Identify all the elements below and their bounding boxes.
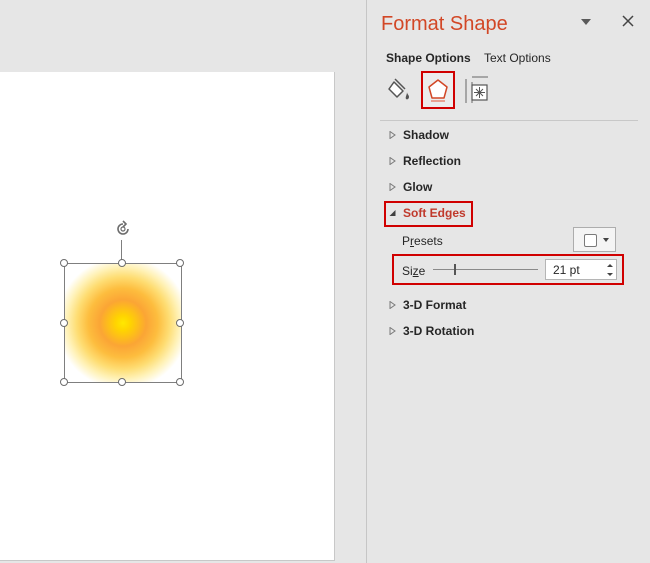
resize-handle-top-right[interactable] [176,259,184,267]
tab-shape-options[interactable]: Shape Options [386,51,471,65]
section-label: Soft Edges [403,206,466,220]
expand-arrow-icon [389,327,396,335]
expand-arrow-icon [389,157,396,165]
selected-shape[interactable] [64,263,182,383]
presets-dropdown[interactable] [573,227,616,252]
pentagon-effects-icon [428,79,448,102]
paint-bucket-icon[interactable] [385,73,415,107]
expand-arrow-icon [389,183,396,191]
preset-swatch-icon [584,234,597,247]
pane-divider [380,120,638,121]
section-label: Shadow [403,128,450,142]
presets-label: Presets [402,234,443,248]
tab-text-options[interactable]: Text Options [484,51,551,65]
pane-title: Format Shape [381,13,508,35]
resize-handle-bottom[interactable] [118,378,126,386]
resize-handle-bottom-left[interactable] [60,378,68,386]
expand-arrow-icon [389,131,396,139]
section-label: 3-D Rotation [403,324,475,338]
close-icon[interactable] [621,14,635,28]
size-input[interactable]: 21 pt [545,259,617,280]
expand-arrow-icon [389,301,396,309]
resize-handle-bottom-right[interactable] [176,378,184,386]
effects-tab-button[interactable] [421,71,455,109]
spin-up-icon[interactable] [605,261,615,270]
resize-handle-left[interactable] [60,319,68,327]
resize-handle-top-left[interactable] [60,259,68,267]
spin-down-icon[interactable] [605,270,615,279]
size-properties-icon[interactable] [462,73,492,107]
size-slider-thumb[interactable] [454,264,456,275]
size-label: Size [402,264,426,278]
soft-edge-shape-fill [65,264,181,382]
rotate-handle-icon[interactable] [113,219,133,239]
collapse-arrow-icon [389,210,396,216]
chevron-down-icon [603,238,609,242]
section-label: 3-D Format [403,298,467,312]
section-label: Reflection [403,154,462,168]
size-value: 21 pt [553,263,580,277]
size-slider-track[interactable] [433,269,538,270]
pane-options-dropdown-icon[interactable] [580,17,592,27]
section-label: Glow [403,180,433,194]
slide-canvas-area [0,0,366,563]
resize-handle-top[interactable] [118,259,126,267]
format-shape-pane: Format Shape Shape Options Text Options … [366,0,650,563]
resize-handle-right[interactable] [176,319,184,327]
